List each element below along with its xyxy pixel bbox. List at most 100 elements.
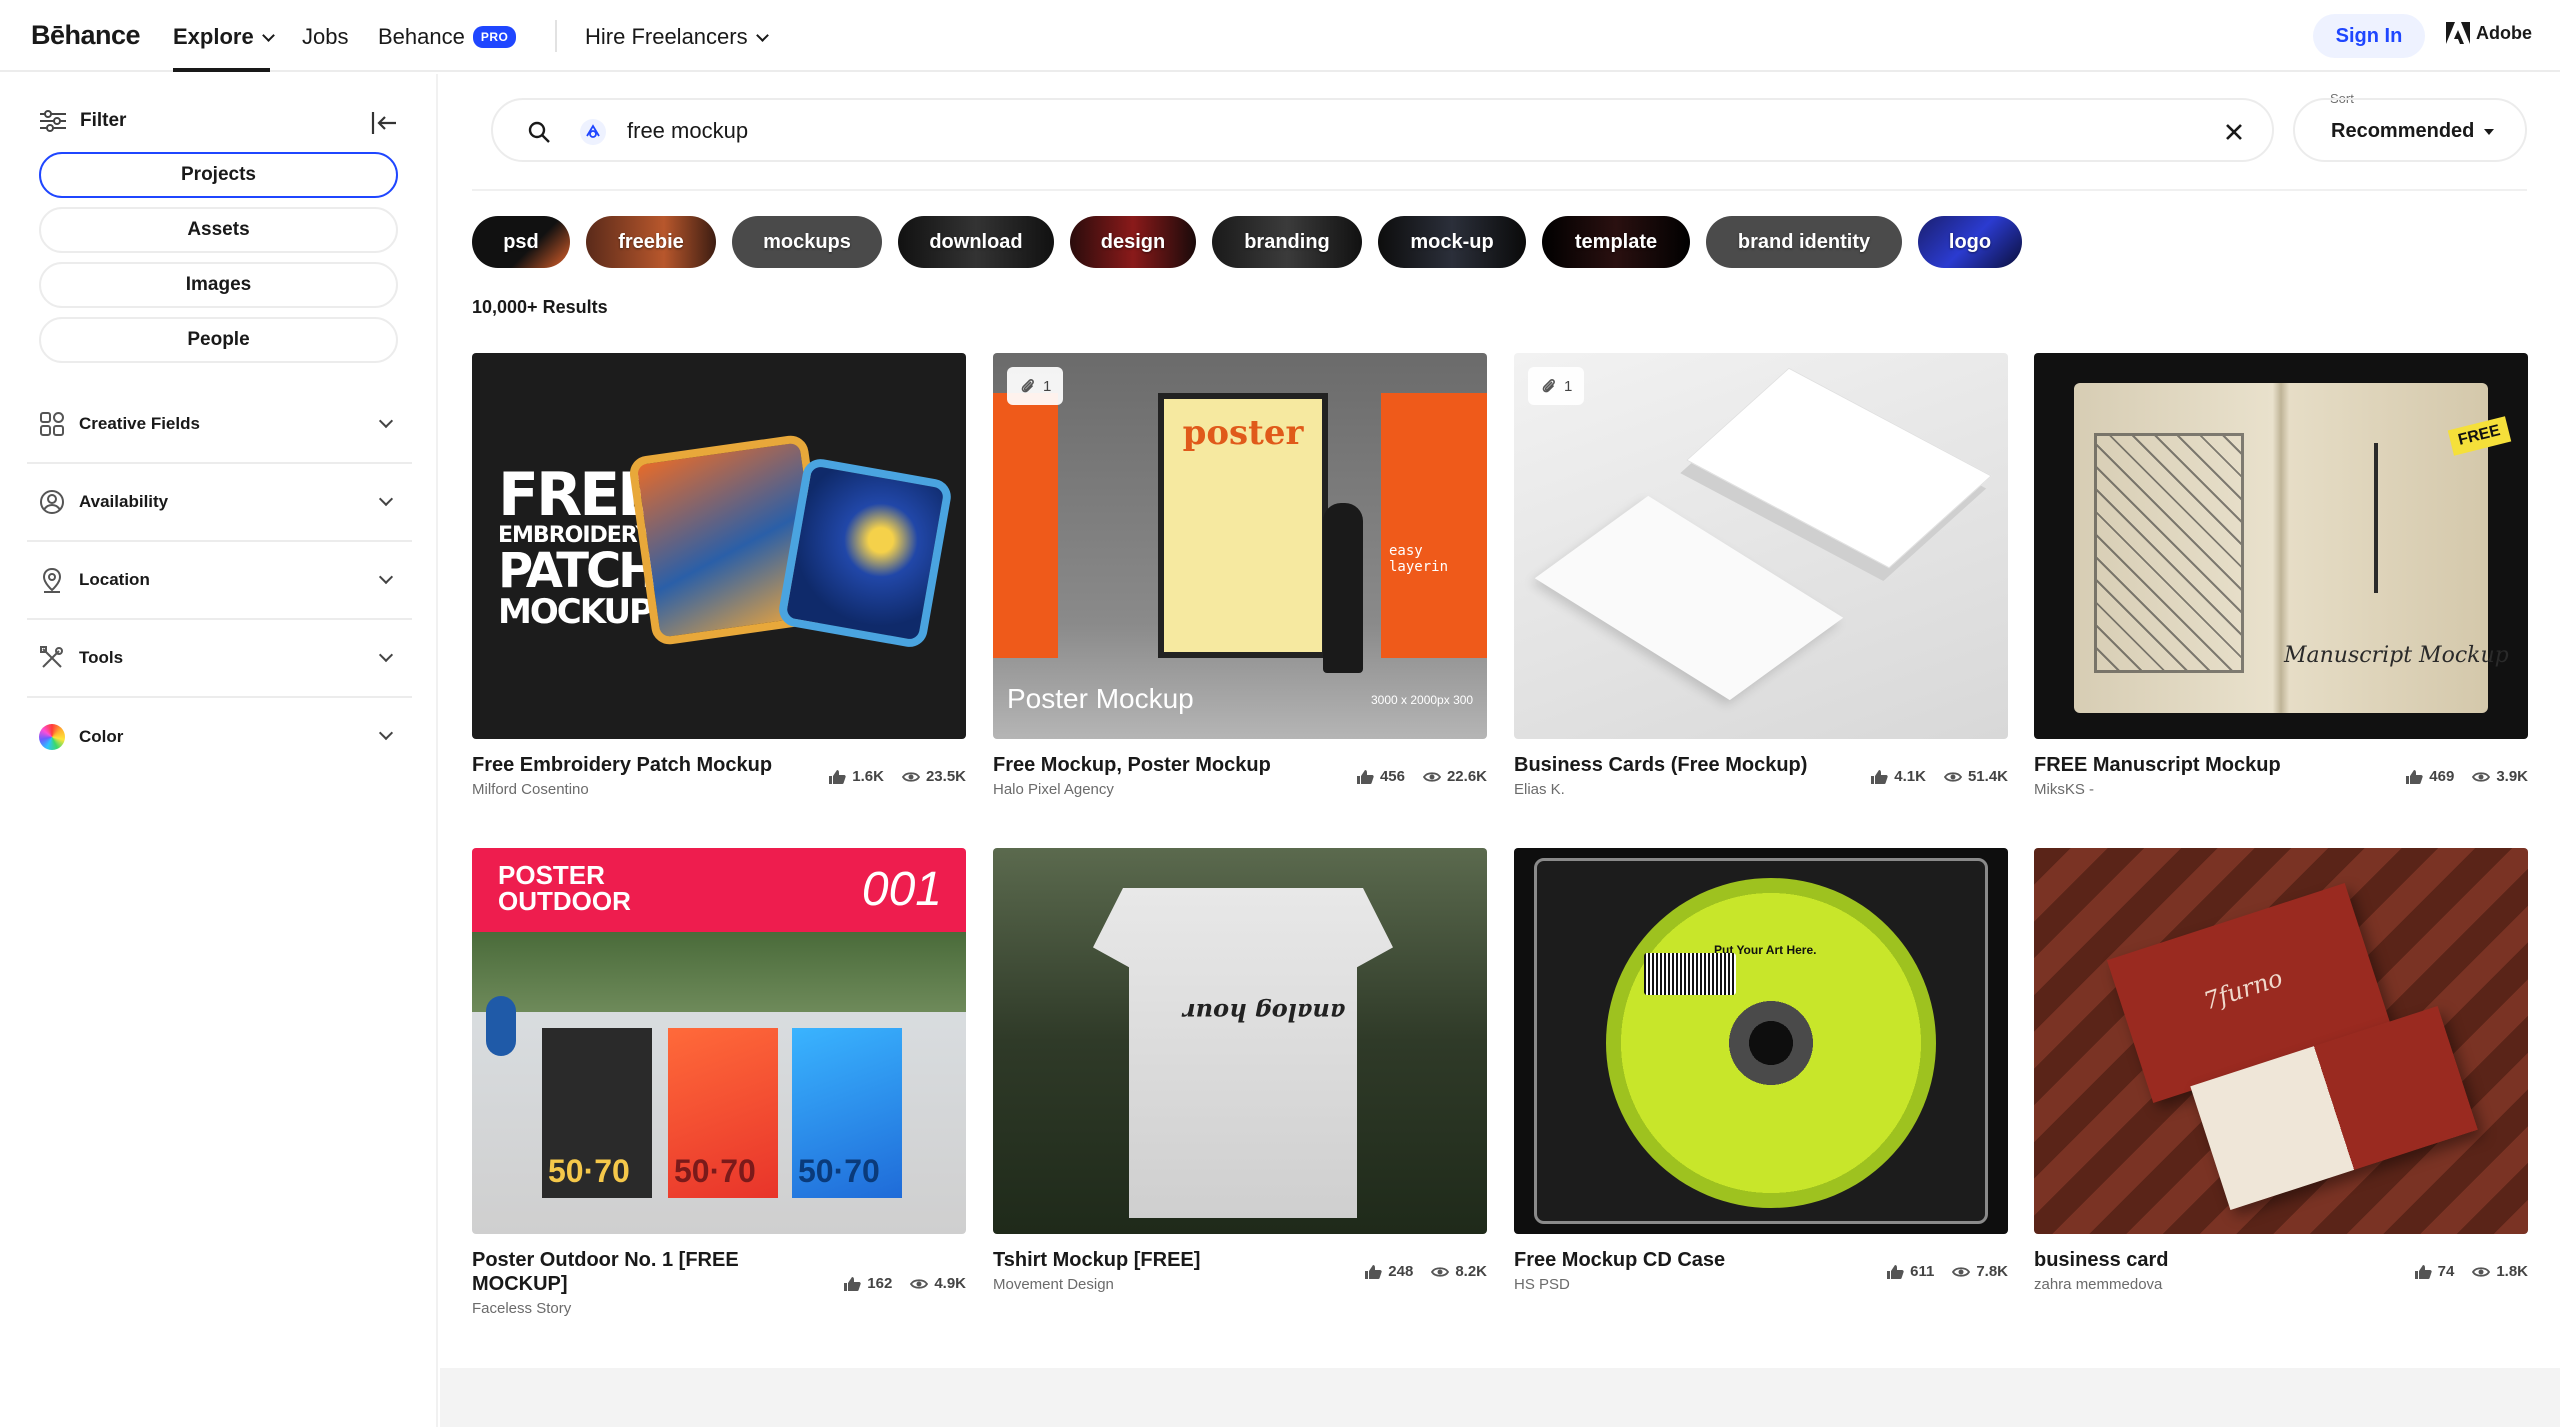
project-card[interactable]: poster easy layerin Poster Mockup 3000 x… [993,353,1487,798]
project-author[interactable]: HS PSD [1514,1276,1725,1293]
project-card[interactable]: Manuscript Mockup FREE FREE Manuscript M… [2034,353,2528,798]
adobe-logo-icon [2446,22,2470,44]
tag-chip-psd[interactable]: psd [472,216,570,268]
tab-assets[interactable]: Assets [39,207,398,253]
thumbnail-caption: Poster Mockup [1007,683,1194,714]
project-author[interactable]: Milford Cosentino [472,781,772,798]
trees-background [472,932,966,1012]
search-bar[interactable]: free mockup [491,98,2274,162]
tag-chip-freebie[interactable]: freebie [586,216,716,268]
behance-logo[interactable]: Bēhance [31,20,141,51]
chevron-down-icon [262,31,274,43]
poster-left [993,393,1058,658]
project-card[interactable]: 1 Business Cards (Free Mockup) Elias K. … [1514,353,2008,798]
project-title[interactable]: Free Mockup CD Case [1514,1248,1725,1272]
nav-hire-freelancers[interactable]: Hire Freelancers [585,24,768,50]
view-count: 4.9K [934,1275,966,1292]
tab-images[interactable]: Images [39,262,398,308]
project-card[interactable]: 7furno business card zahra memmedova 74 … [2034,848,2528,1293]
nav-behance-pro[interactable]: Behance PRO [378,24,517,50]
like-count: 248 [1388,1263,1414,1280]
clear-search-icon[interactable] [2222,120,2246,144]
chevron-down-icon [380,496,392,508]
thumbs-up-icon [1871,769,1888,784]
tag-chip-branding[interactable]: branding [1212,216,1362,268]
nav-explore-label: Explore [173,24,254,49]
project-thumbnail[interactable]: 7furno [2034,848,2528,1234]
like-count: 456 [1379,768,1405,785]
project-author[interactable]: zahra memmedova [2034,1276,2169,1293]
project-title[interactable]: Tshirt Mockup [FREE] [993,1248,1200,1272]
project-card[interactable]: Put Your Art Here. Free Mockup CD Case H… [1514,848,2008,1293]
project-author[interactable]: Faceless Story [472,1300,812,1317]
filter-sliders-icon [40,110,66,132]
project-thumbnail[interactable]: analog hour [993,848,1487,1234]
sign-in-button[interactable]: Sign In [2313,14,2425,58]
card-stack [1686,367,1992,569]
like-count: 611 [1910,1263,1935,1280]
project-thumbnail[interactable]: Put Your Art Here. [1514,848,2008,1234]
project-card[interactable]: POSTER OUTDOOR 001 50·70 50·70 50·70 Pos… [472,848,966,1317]
eye-icon [1943,771,1962,782]
project-card[interactable]: analog hour Tshirt Mockup [FREE] Movemen… [993,848,1487,1293]
project-thumbnail[interactable]: FREE EMBROIDERY PATCH MOCKUP [472,353,966,739]
project-author[interactable]: MiksKS - [2034,781,2281,798]
project-title[interactable]: Free Mockup, Poster Mockup [993,753,1271,777]
view-count: 51.4K [1967,768,2008,785]
tag-chip-download[interactable]: download [898,216,1054,268]
tag-chip-brand-identity[interactable]: brand identity [1706,216,1902,268]
attachment-badge: 1 [1528,367,1585,405]
top-navbar: Bēhance Explore Jobs Behance PRO Hire Fr… [0,0,2560,72]
search-scope-icon [580,119,606,145]
nav-explore[interactable]: Explore [173,24,274,50]
sort-dropdown[interactable]: Recommended [2293,98,2527,162]
project-title[interactable]: Poster Outdoor No. 1 [FREE MOCKUP] [472,1248,812,1296]
project-thumbnail[interactable]: POSTER OUTDOOR 001 50·70 50·70 50·70 [472,848,966,1234]
thumbs-up-icon [844,1276,861,1291]
nav-behance-label: Behance [378,24,465,49]
tag-chip-template[interactable]: template [1542,216,1690,268]
project-thumbnail[interactable]: 1 [1514,353,2008,739]
creative-fields-filter[interactable]: Creative Fields [27,386,412,464]
thumbnail-text: analog hour [1183,998,1346,1027]
creative-fields-label: Creative Fields [79,414,200,433]
tools-filter[interactable]: Tools [27,620,412,698]
dagger-illustration [2374,443,2378,593]
collapse-sidebar-icon[interactable] [370,110,398,136]
project-author[interactable]: Movement Design [993,1276,1200,1293]
search-input[interactable]: free mockup [627,118,748,144]
tag-chip-mockups[interactable]: mockups [732,216,882,268]
eye-icon [1431,1266,1450,1277]
tab-projects[interactable]: Projects [39,152,398,198]
eye-icon [2472,1266,2491,1277]
project-thumbnail[interactable]: Manuscript Mockup FREE [2034,353,2528,739]
tag-chip-mock-up[interactable]: mock-up [1378,216,1526,268]
availability-icon [40,490,64,514]
nav-jobs[interactable]: Jobs [302,24,348,50]
paperclip-icon [1542,379,1555,393]
chevron-down-icon [380,730,392,742]
tag-chip-logo[interactable]: logo [1918,216,2022,268]
project-title[interactable]: Business Cards (Free Mockup) [1514,753,1807,777]
tag-chip-design[interactable]: design [1070,216,1196,268]
project-author[interactable]: Elias K. [1514,781,1807,798]
pro-badge: PRO [472,26,517,48]
divider [472,189,2527,191]
location-filter[interactable]: Location [27,542,412,620]
project-author[interactable]: Halo Pixel Agency [993,781,1271,798]
attachment-badge: 1 [1007,367,1064,405]
adobe-link[interactable]: Adobe [2446,22,2532,44]
project-title[interactable]: FREE Manuscript Mockup [2034,753,2281,777]
project-card[interactable]: FREE EMBROIDERY PATCH MOCKUP Free Embroi… [472,353,966,798]
tab-people[interactable]: People [39,317,398,363]
eye-icon [1952,1266,1971,1277]
project-title[interactable]: Free Embroidery Patch Mockup [472,753,772,777]
outdoor-poster-blue: 50·70 [792,1028,902,1198]
project-title[interactable]: business card [2034,1248,2169,1272]
filter-header: Filter [40,110,126,132]
color-filter[interactable]: Color [27,698,412,776]
grid-icon [40,412,64,436]
like-count: 4.1K [1894,768,1926,785]
availability-filter[interactable]: Availability [27,464,412,542]
project-thumbnail[interactable]: poster easy layerin Poster Mockup 3000 x… [993,353,1487,739]
